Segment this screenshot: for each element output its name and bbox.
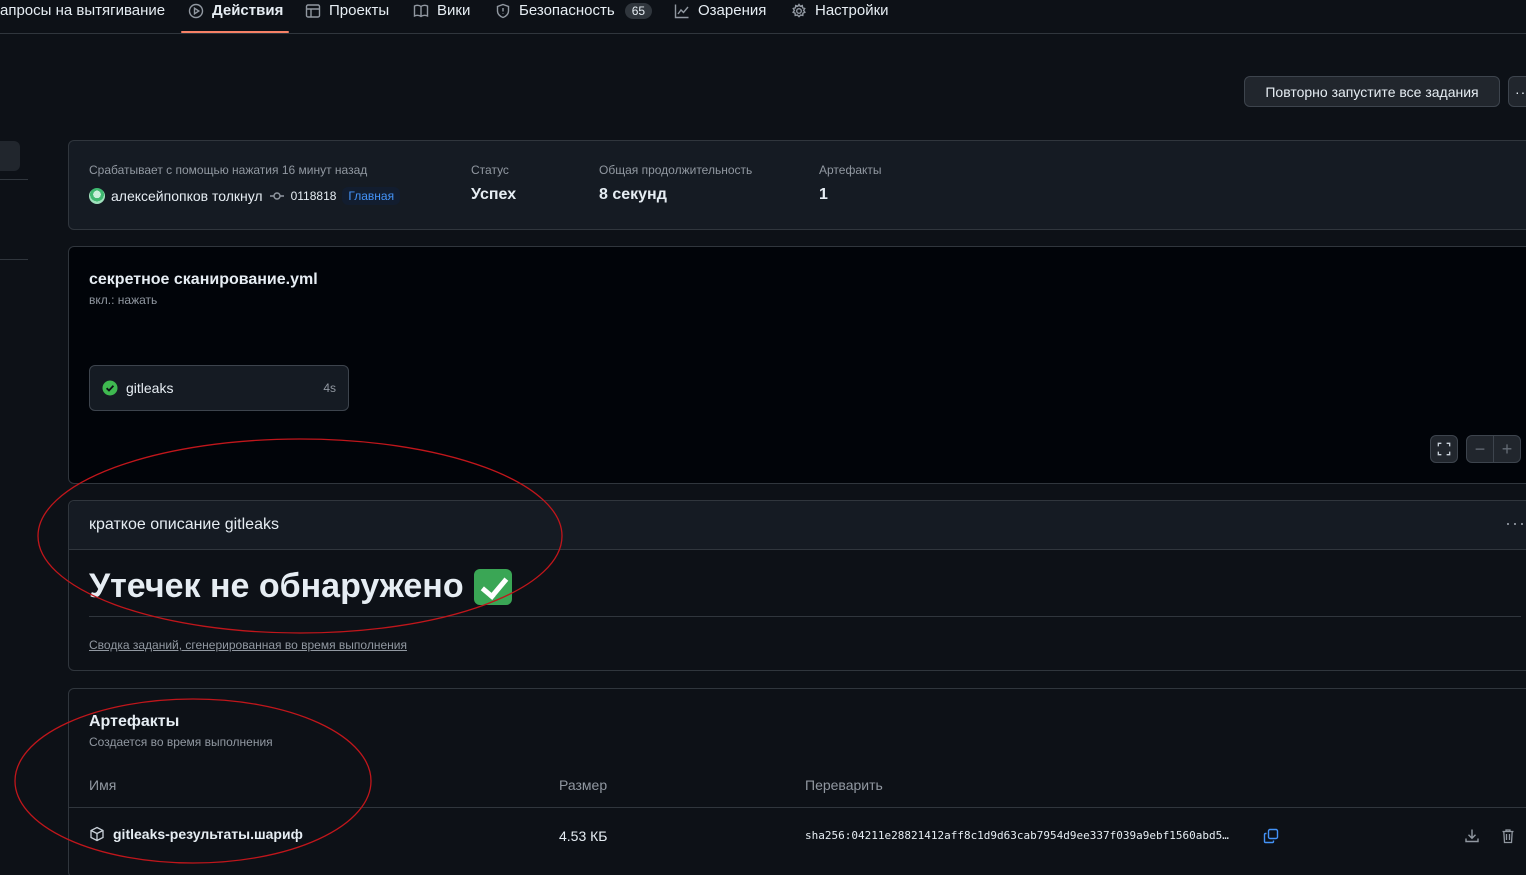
job-duration: 4s — [323, 381, 336, 395]
job-summary-title: краткое описание gitleaks — [89, 516, 279, 533]
screen-full-icon — [1437, 442, 1451, 456]
status-value: Успех — [471, 186, 517, 203]
tab-settings[interactable]: Настройки — [791, 0, 889, 21]
artifact-size: 4.53 КБ — [559, 828, 608, 844]
job-summary-card: краткое описание gitleaks ··· Утечек не … — [68, 500, 1526, 671]
table-divider — [69, 807, 1526, 808]
workflow-trigger-subtitle: вкл.: нажать — [89, 293, 158, 307]
column-header-name: Имя — [89, 777, 117, 793]
copy-icon[interactable] — [1263, 828, 1279, 844]
security-count-badge: 65 — [624, 2, 653, 19]
branch-badge[interactable]: Главная — [342, 187, 401, 205]
download-icon[interactable] — [1464, 828, 1480, 844]
trash-icon[interactable] — [1500, 828, 1516, 844]
artifacts-count-value[interactable]: 1 — [819, 186, 828, 204]
duration-value: 8 секунд — [599, 186, 667, 203]
artifacts-card: Артефакты Создается во время выполнения … — [68, 688, 1526, 875]
trigger-label: Срабатывает с помощью нажатия 16 минут н… — [89, 163, 368, 177]
check-circle-icon — [102, 380, 118, 396]
repo-nav: апросы на вытягивание Действия Проекты В… — [0, 0, 1526, 34]
sidebar-divider — [0, 179, 28, 180]
actions-run-page: апросы на вытягивание Действия Проекты В… — [0, 0, 1526, 875]
column-header-size: Размер — [559, 777, 608, 793]
graph-icon — [674, 4, 689, 18]
avatar[interactable] — [89, 188, 105, 204]
trigger-details: алексейпопков толкнул 0118818 Главная — [89, 187, 401, 205]
tab-projects[interactable]: Проекты — [305, 0, 389, 21]
summary-headline: Утечек не обнаружено — [89, 567, 512, 606]
status-label: Статус — [471, 163, 509, 177]
workflow-graph-card: секретное сканирование.yml вкл.: нажать … — [68, 246, 1526, 484]
play-circle-icon — [188, 3, 204, 18]
actor-name[interactable]: алексейпопков толкнул — [111, 188, 263, 204]
artifact-name-link[interactable]: gitleaks-результаты.шариф — [89, 826, 303, 842]
kebab-menu-button[interactable]: ··· — [1505, 513, 1526, 534]
tab-label: Настройки — [815, 2, 889, 19]
artifacts-title: Артефакты — [89, 713, 180, 730]
tab-security[interactable]: Безопасность 65 — [495, 0, 653, 21]
check-mark-emoji-icon — [473, 568, 512, 605]
git-commit-icon — [269, 192, 284, 200]
tab-pull-requests[interactable]: апросы на вытягивание — [0, 0, 165, 21]
rerun-all-jobs-button[interactable]: Повторно запустите все задания — [1244, 76, 1500, 107]
summary-headline-text: Утечек не обнаружено — [89, 567, 464, 605]
shield-icon — [496, 3, 510, 18]
duration-label: Общая продолжительность — [599, 163, 753, 177]
run-summary-card: Срабатывает с помощью нажатия 16 минут н… — [68, 140, 1526, 230]
tab-label: Вики — [437, 2, 471, 19]
tab-label: Проекты — [329, 2, 390, 19]
zoom-in-button[interactable]: + — [1493, 435, 1521, 463]
gear-icon — [792, 2, 806, 18]
package-icon — [90, 826, 104, 842]
more-options-button[interactable]: ··· — [1508, 76, 1526, 107]
tab-wiki[interactable]: Вики — [413, 0, 470, 21]
tab-label: Безопасность — [519, 2, 615, 19]
tab-actions[interactable]: Действия — [188, 0, 283, 21]
column-header-digest: Переварить — [805, 777, 883, 793]
job-node-gitleaks[interactable]: gitleaks 4s — [89, 365, 349, 411]
commit-sha-link[interactable]: 0118818 — [291, 189, 337, 203]
job-name: gitleaks — [126, 380, 174, 396]
summary-divider — [89, 616, 1521, 617]
workflow-file-title: секретное сканирование.yml — [89, 271, 318, 288]
sidebar-divider — [0, 259, 28, 260]
sidebar-selected-item[interactable] — [0, 141, 20, 171]
job-summary-generated-link[interactable]: Сводка заданий, сгенерированная во время… — [89, 638, 407, 652]
artifacts-subtitle: Создается во время выполнения — [89, 735, 273, 749]
artifact-digest: sha256:04211e28821412aff8c1d9d63cab7954d… — [805, 829, 1229, 842]
tab-label: апросы на вытягивание — [0, 2, 166, 19]
tab-insights[interactable]: Озарения — [674, 0, 766, 21]
book-icon — [413, 4, 429, 17]
zoom-out-button[interactable]: − — [1466, 435, 1494, 463]
fit-to-screen-button[interactable] — [1430, 435, 1458, 463]
active-tab-indicator — [181, 31, 289, 33]
table-icon — [305, 3, 321, 18]
artifact-name: gitleaks-результаты.шариф — [113, 826, 303, 842]
tab-label: Озарения — [698, 2, 767, 19]
tab-label: Действия — [212, 2, 284, 19]
artifacts-count-label: Артефакты — [819, 163, 882, 177]
job-summary-header: краткое описание gitleaks ··· — [69, 501, 1526, 550]
